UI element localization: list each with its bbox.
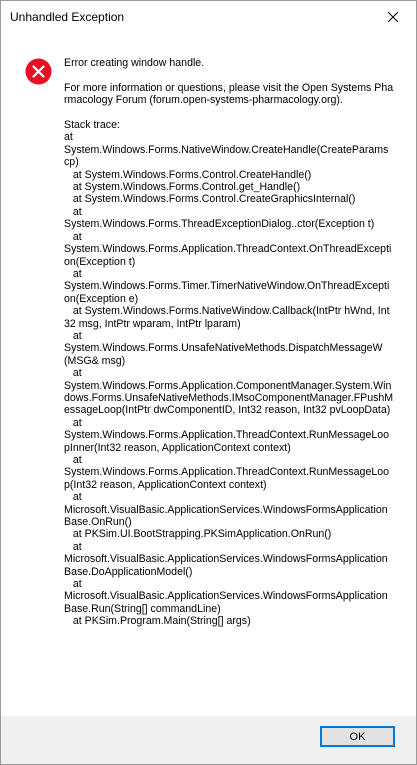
error-icon — [25, 58, 52, 85]
dialog-body: Error creating window handle. For more i… — [1, 33, 416, 716]
close-button[interactable] — [370, 1, 416, 33]
error-message: Error creating window handle. For more i… — [64, 57, 394, 628]
ok-button[interactable]: OK — [320, 726, 395, 747]
dialog-title: Unhandled Exception — [10, 10, 125, 24]
button-bar: OK — [1, 716, 416, 764]
title-bar[interactable]: Unhandled Exception — [1, 1, 416, 33]
exception-dialog: Unhandled Exception Error creating windo… — [0, 0, 417, 765]
close-icon — [388, 12, 398, 22]
